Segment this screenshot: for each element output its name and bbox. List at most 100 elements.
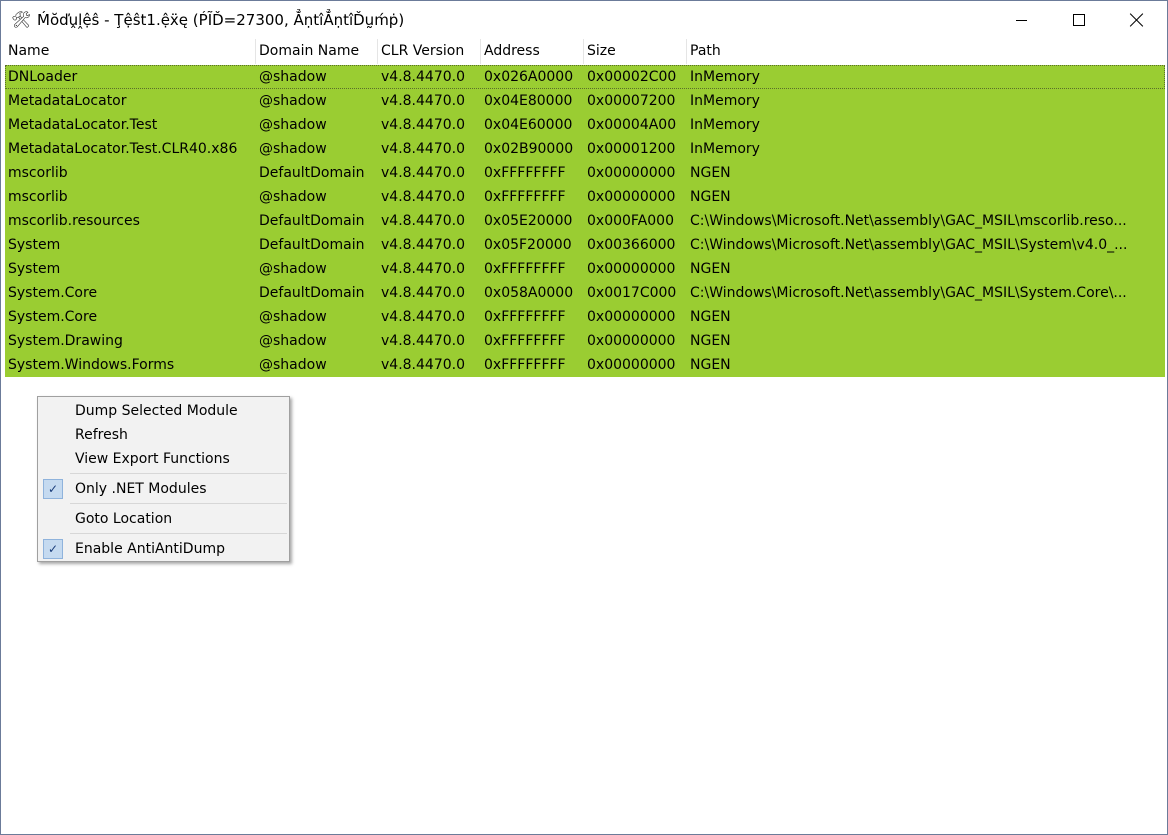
cell-path: NGEN: [690, 261, 731, 277]
table-row[interactable]: System @shadow v4.8.4470.0 0xFFFFFFFF 0x0000…: [5, 257, 1165, 281]
menu-item-refresh[interactable]: Refresh: [40, 423, 287, 447]
cell-domain-name: DefaultDomain: [259, 285, 365, 301]
column-clr-version[interactable]: CLR Version: [378, 39, 480, 64]
cell-clr-version: v4.8.4470.0: [381, 93, 465, 109]
menu-item-label: View Export Functions: [75, 451, 230, 467]
cell-address: 0x05E20000: [484, 213, 573, 229]
cell-path: NGEN: [690, 189, 731, 205]
cell-path: C:\Windows\Microsoft.Net\assembly\GAC_MS…: [690, 285, 1127, 301]
cell-path: InMemory: [690, 141, 760, 157]
cell-clr-version: v4.8.4470.0: [381, 165, 465, 181]
close-icon: [1130, 13, 1144, 27]
cell-domain-name: DefaultDomain: [259, 213, 365, 229]
table-row[interactable]: mscorlib.resources DefaultDomain v4.8.4470…: [5, 209, 1165, 233]
cell-name: mscorlib: [8, 165, 68, 181]
cell-size: 0x00000000: [587, 165, 676, 181]
menu-item-label: Goto Location: [75, 511, 173, 527]
cell-size: 0x00000000: [587, 333, 676, 349]
menu-item-dump-selected-module[interactable]: Dump Selected Module: [40, 399, 287, 423]
context-menu: Dump Selected Module Refresh View Export F…: [37, 396, 290, 562]
cell-address: 0xFFFFFFFF: [484, 189, 566, 205]
menu-separator: [70, 503, 287, 504]
cell-clr-version: v4.8.4470.0: [381, 357, 465, 373]
cell-clr-version: v4.8.4470.0: [381, 189, 465, 205]
cell-domain-name: @shadow: [259, 309, 327, 325]
cell-name: MetadataLocator.Test: [8, 117, 158, 133]
cell-path: InMemory: [690, 117, 760, 133]
table-row[interactable]: System.Core @shadow v4.8.4470.0 0xFFFFFFFF 0…: [5, 305, 1165, 329]
cell-size: 0x00000000: [587, 189, 676, 205]
cell-address: 0x026A0000: [484, 69, 574, 85]
cell-address: 0x04E60000: [484, 117, 573, 133]
cell-address: 0x02B90000: [484, 141, 574, 157]
menu-separator: [70, 533, 287, 534]
cell-clr-version: v4.8.4470.0: [381, 69, 465, 85]
menu-item-goto-location[interactable]: Goto Location: [40, 507, 287, 531]
column-address[interactable]: Address: [481, 39, 583, 64]
cell-path: InMemory: [690, 69, 760, 85]
checkmark-icon: ✓: [43, 479, 63, 499]
cell-address: 0xFFFFFFFF: [484, 357, 566, 373]
cell-size: 0x00000000: [587, 309, 676, 325]
modules-window: 🛠 Ḿŏďṷḽệŝ - Ţệŝt1.ệẍę (ṔĨĎ=27300, ẲṇtîẲṇ…: [0, 0, 1168, 835]
cell-name: MetadataLocator: [8, 93, 127, 109]
cell-address: 0x05F20000: [484, 237, 572, 253]
menu-item-only-net-modules[interactable]: ✓ Only .NET Modules: [40, 477, 287, 501]
table-row[interactable]: System DefaultDomain v4.8.4470.0 0x05F20000…: [5, 233, 1165, 257]
table-row[interactable]: MetadataLocator @shadow v4.8.4470.0 0x04E80…: [5, 89, 1165, 113]
table-row[interactable]: DNLoader @shadow v4.8.4470.0 0x026A0000 0x00…: [5, 65, 1165, 89]
cell-name: DNLoader: [8, 69, 78, 85]
menu-item-label: Only .NET Modules: [75, 481, 207, 497]
table-row[interactable]: mscorlib DefaultDomain v4.8.4470.0 0xFFFFFF…: [5, 161, 1165, 185]
cell-name: System.Core: [8, 309, 98, 325]
cell-path: NGEN: [690, 357, 731, 373]
minimize-icon: [1016, 20, 1027, 21]
cell-domain-name: @shadow: [259, 141, 327, 157]
column-domain-name[interactable]: Domain Name: [256, 39, 377, 64]
table-row[interactable]: System.Windows.Forms @shadow v4.8.4470.0 0x…: [5, 353, 1165, 377]
cell-address: 0xFFFFFFFF: [484, 333, 566, 349]
cell-clr-version: v4.8.4470.0: [381, 333, 465, 349]
maximize-button[interactable]: [1050, 1, 1108, 39]
cell-address: 0x058A0000: [484, 285, 574, 301]
cell-size: 0x00000000: [587, 261, 676, 277]
cell-address: 0x04E80000: [484, 93, 573, 109]
column-name[interactable]: Name: [5, 39, 255, 64]
maximize-icon: [1073, 14, 1085, 26]
title-bar[interactable]: 🛠 Ḿŏďṷḽệŝ - Ţệŝt1.ệẍę (ṔĨĎ=27300, ẲṇtîẲṇ…: [1, 1, 1167, 39]
window-title: Ḿŏďṷḽệŝ - Ţệŝt1.ệẍę (ṔĨĎ=27300, ẲṇtîẲṇtî…: [37, 11, 405, 29]
cell-name: System.Core: [8, 285, 98, 301]
tools-icon: 🛠: [11, 10, 32, 29]
close-button[interactable]: [1108, 1, 1166, 39]
cell-clr-version: v4.8.4470.0: [381, 213, 465, 229]
cell-domain-name: @shadow: [259, 333, 327, 349]
menu-item-enable-antiantidump[interactable]: ✓ Enable AntiAntiDump: [40, 537, 287, 561]
menu-item-view-export-functions[interactable]: View Export Functions: [40, 447, 287, 471]
table-row[interactable]: MetadataLocator.Test @shadow v4.8.4470.0 0x…: [5, 113, 1165, 137]
minimize-button[interactable]: [992, 1, 1050, 39]
menu-item-label: Enable AntiAntiDump: [75, 541, 225, 557]
cell-name: mscorlib: [8, 189, 68, 205]
checkmark-icon: ✓: [43, 539, 63, 559]
cell-domain-name: @shadow: [259, 357, 327, 373]
table-row[interactable]: mscorlib @shadow v4.8.4470.0 0xFFFFFFFF 0x00…: [5, 185, 1165, 209]
column-size[interactable]: Size: [584, 39, 686, 64]
cell-path: NGEN: [690, 165, 731, 181]
cell-domain-name: DefaultDomain: [259, 165, 365, 181]
cell-size: 0x00004A00: [587, 117, 677, 133]
cell-size: 0x000FA000: [587, 213, 674, 229]
table-row[interactable]: MetadataLocator.Test.CLR40.x86 @shadow v4.…: [5, 137, 1165, 161]
cell-size: 0x00001200: [587, 141, 676, 157]
cell-path: InMemory: [690, 93, 760, 109]
cell-name: System.Windows.Forms: [8, 357, 175, 373]
table-row[interactable]: System.Drawing @shadow v4.8.4470.0 0xFFFFFF…: [5, 329, 1165, 353]
cell-domain-name: @shadow: [259, 189, 327, 205]
cell-clr-version: v4.8.4470.0: [381, 309, 465, 325]
cell-size: 0x00002C00: [587, 69, 677, 85]
cell-domain-name: DefaultDomain: [259, 237, 365, 253]
cell-name: System: [8, 261, 61, 277]
cell-size: 0x00366000: [587, 237, 676, 253]
column-path[interactable]: Path: [687, 39, 1165, 64]
cell-clr-version: v4.8.4470.0: [381, 237, 465, 253]
table-row[interactable]: System.Core DefaultDomain v4.8.4470.0 0x058…: [5, 281, 1165, 305]
